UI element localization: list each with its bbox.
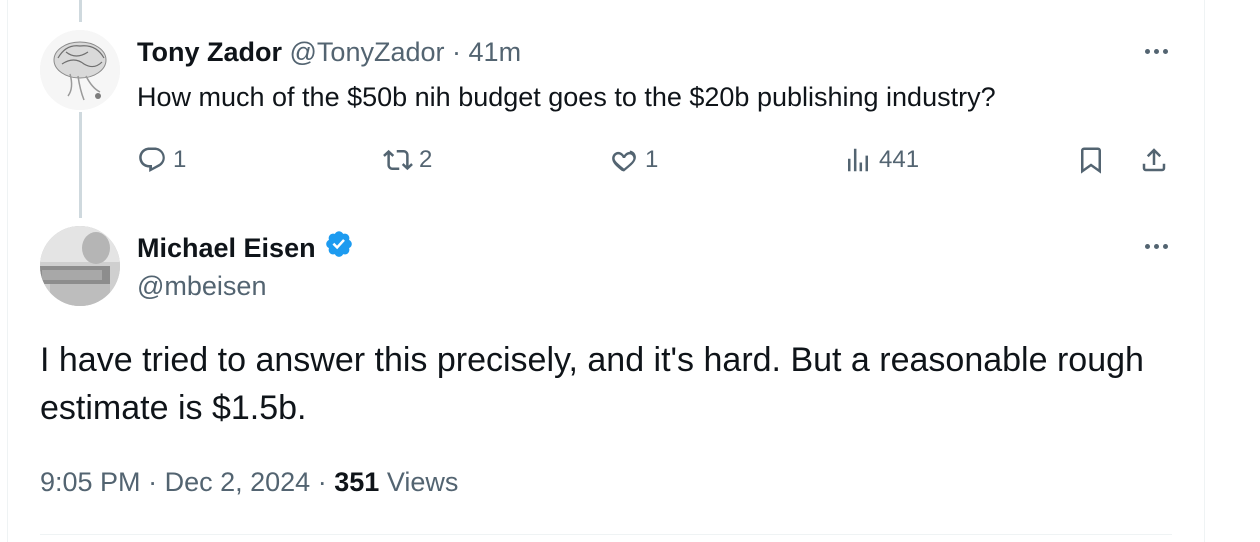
author-name[interactable]: Michael Eisen [137, 232, 316, 264]
tweet-time[interactable]: 41m [469, 37, 522, 67]
views-count: 441 [879, 146, 920, 173]
reply-button[interactable]: 1 [137, 143, 186, 177]
like-count: 1 [645, 146, 659, 173]
reply-icon [137, 145, 167, 175]
like-button[interactable]: 1 [609, 143, 658, 177]
views-button[interactable]: 441 [843, 143, 919, 177]
retweet-icon [383, 145, 413, 175]
avatar-tony-zador[interactable] [40, 30, 120, 110]
bookmark-button[interactable] [1076, 143, 1106, 177]
thread-line [79, 112, 82, 218]
parent-tweet-text: How much of the $50b nih budget goes to … [137, 82, 996, 112]
separator: · [148, 467, 158, 497]
author-name[interactable]: Tony Zador [137, 37, 282, 67]
views-icon [843, 145, 873, 175]
share-button[interactable] [1139, 143, 1169, 177]
views-count: 351 [334, 467, 380, 497]
main-tweet-text: I have tried to answer this precisely, a… [40, 341, 1144, 427]
tweet-time[interactable]: 9:05 PM [40, 467, 141, 497]
frame-border-left [7, 0, 8, 542]
author-handle[interactable]: @TonyZador [290, 37, 445, 67]
verified-badge-icon[interactable] [324, 229, 354, 266]
more-icon[interactable] [1141, 240, 1171, 252]
divider [40, 534, 1172, 535]
frame-border-right [1204, 0, 1205, 542]
tweet-date[interactable]: Dec 2, 2024 [165, 467, 311, 497]
more-icon[interactable] [1141, 45, 1171, 57]
separator: · [317, 467, 327, 497]
avatar-michael-eisen[interactable] [40, 226, 120, 306]
views-label: Views [386, 467, 459, 497]
retweet-count: 2 [419, 146, 433, 173]
share-icon [1139, 145, 1169, 175]
retweet-button[interactable]: 2 [383, 143, 432, 177]
separator: · [452, 37, 462, 67]
like-icon [609, 145, 639, 175]
parent-tweet-header: Tony Zador @TonyZador · 41m [137, 36, 521, 68]
thread-line [79, 0, 82, 22]
bookmark-icon [1076, 145, 1106, 175]
tweet-metadata: 9:05 PM · Dec 2, 2024 · 351 Views [40, 464, 458, 500]
reply-count: 1 [173, 146, 187, 173]
author-handle[interactable]: @mbeisen [137, 270, 266, 302]
main-tweet-header: Michael Eisen [137, 229, 354, 266]
